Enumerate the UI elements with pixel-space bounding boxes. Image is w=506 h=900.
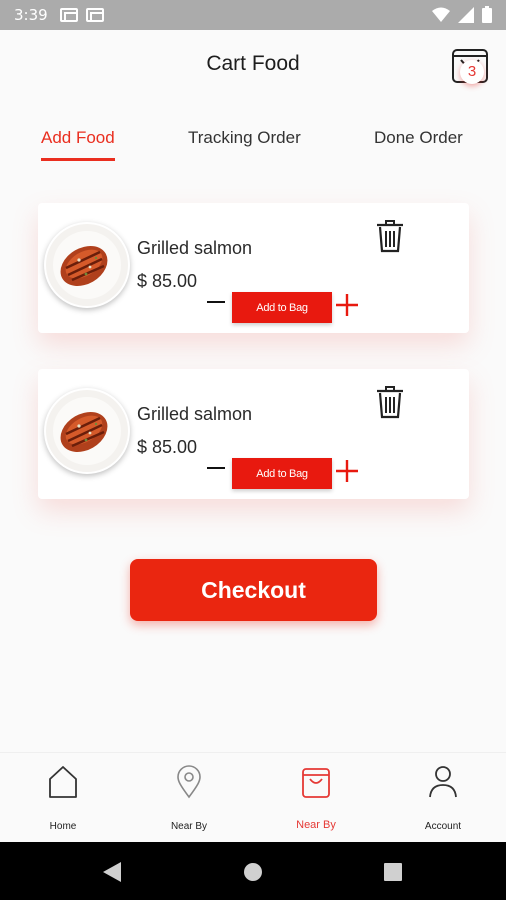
- system-navigation-bar: [0, 842, 506, 900]
- nav-label: Near By: [296, 819, 336, 831]
- battery-icon: [482, 6, 492, 23]
- nav-home[interactable]: Home: [0, 753, 126, 843]
- location-pin-icon: [177, 765, 201, 799]
- nav-label: Account: [424, 821, 462, 832]
- cart-count-badge: 3: [460, 60, 484, 84]
- home-button-icon[interactable]: [243, 862, 263, 882]
- cart-item-card: Grilled salmon $ 85.00 Add to Bag: [38, 369, 469, 499]
- item-price: $ 85.00: [137, 437, 198, 457]
- checkout-button[interactable]: Checkout: [130, 559, 377, 621]
- person-icon: [429, 766, 457, 798]
- trash-icon[interactable]: [376, 219, 404, 253]
- gmail-notification-icon: [59, 8, 78, 22]
- home-icon: [49, 766, 77, 798]
- add-to-bag-button[interactable]: Add to Bag: [232, 458, 332, 489]
- cart-item-card: Grilled salmon $ 85.00 Add to Bag: [38, 203, 469, 333]
- nav-bag[interactable]: Near By: [253, 753, 379, 843]
- food-image: [44, 222, 130, 308]
- item-name: Grilled salmon: [137, 238, 253, 258]
- order-tabs: Add Food Tracking Order Done Order: [0, 112, 506, 168]
- status-time: 3:39: [14, 6, 48, 24]
- item-name: Grilled salmon: [137, 404, 253, 424]
- wifi-icon: [432, 7, 450, 22]
- page-title: Cart Food: [206, 52, 300, 75]
- food-image: [44, 388, 130, 474]
- signal-icon: [458, 6, 474, 23]
- item-price: $ 85.00: [137, 271, 198, 291]
- shopping-bag-icon: [302, 768, 330, 798]
- decrease-quantity-button[interactable]: [206, 458, 226, 478]
- back-icon[interactable]: [102, 861, 122, 883]
- decrease-quantity-button[interactable]: [206, 292, 226, 312]
- active-tab-indicator: [41, 158, 115, 161]
- gmail-notification-icon: [85, 8, 104, 22]
- bottom-navigation: Home Near By Near By Account: [0, 752, 506, 842]
- increase-quantity-button[interactable]: [336, 460, 358, 482]
- increase-quantity-button[interactable]: [336, 294, 358, 316]
- add-to-bag-button[interactable]: Add to Bag: [232, 292, 332, 323]
- app-header: Cart Food: [0, 30, 506, 102]
- recents-icon[interactable]: [384, 863, 402, 881]
- nav-label: Near By: [170, 821, 208, 832]
- status-bar: 3:39: [0, 0, 506, 30]
- nav-account[interactable]: Account: [380, 753, 506, 843]
- trash-icon[interactable]: [376, 385, 404, 419]
- tab-add-food[interactable]: Add Food: [41, 128, 115, 148]
- tab-done-order[interactable]: Done Order: [374, 128, 463, 148]
- nav-near-by[interactable]: Near By: [126, 753, 252, 843]
- tab-tracking-order[interactable]: Tracking Order: [188, 128, 301, 148]
- nav-label: Home: [49, 821, 77, 832]
